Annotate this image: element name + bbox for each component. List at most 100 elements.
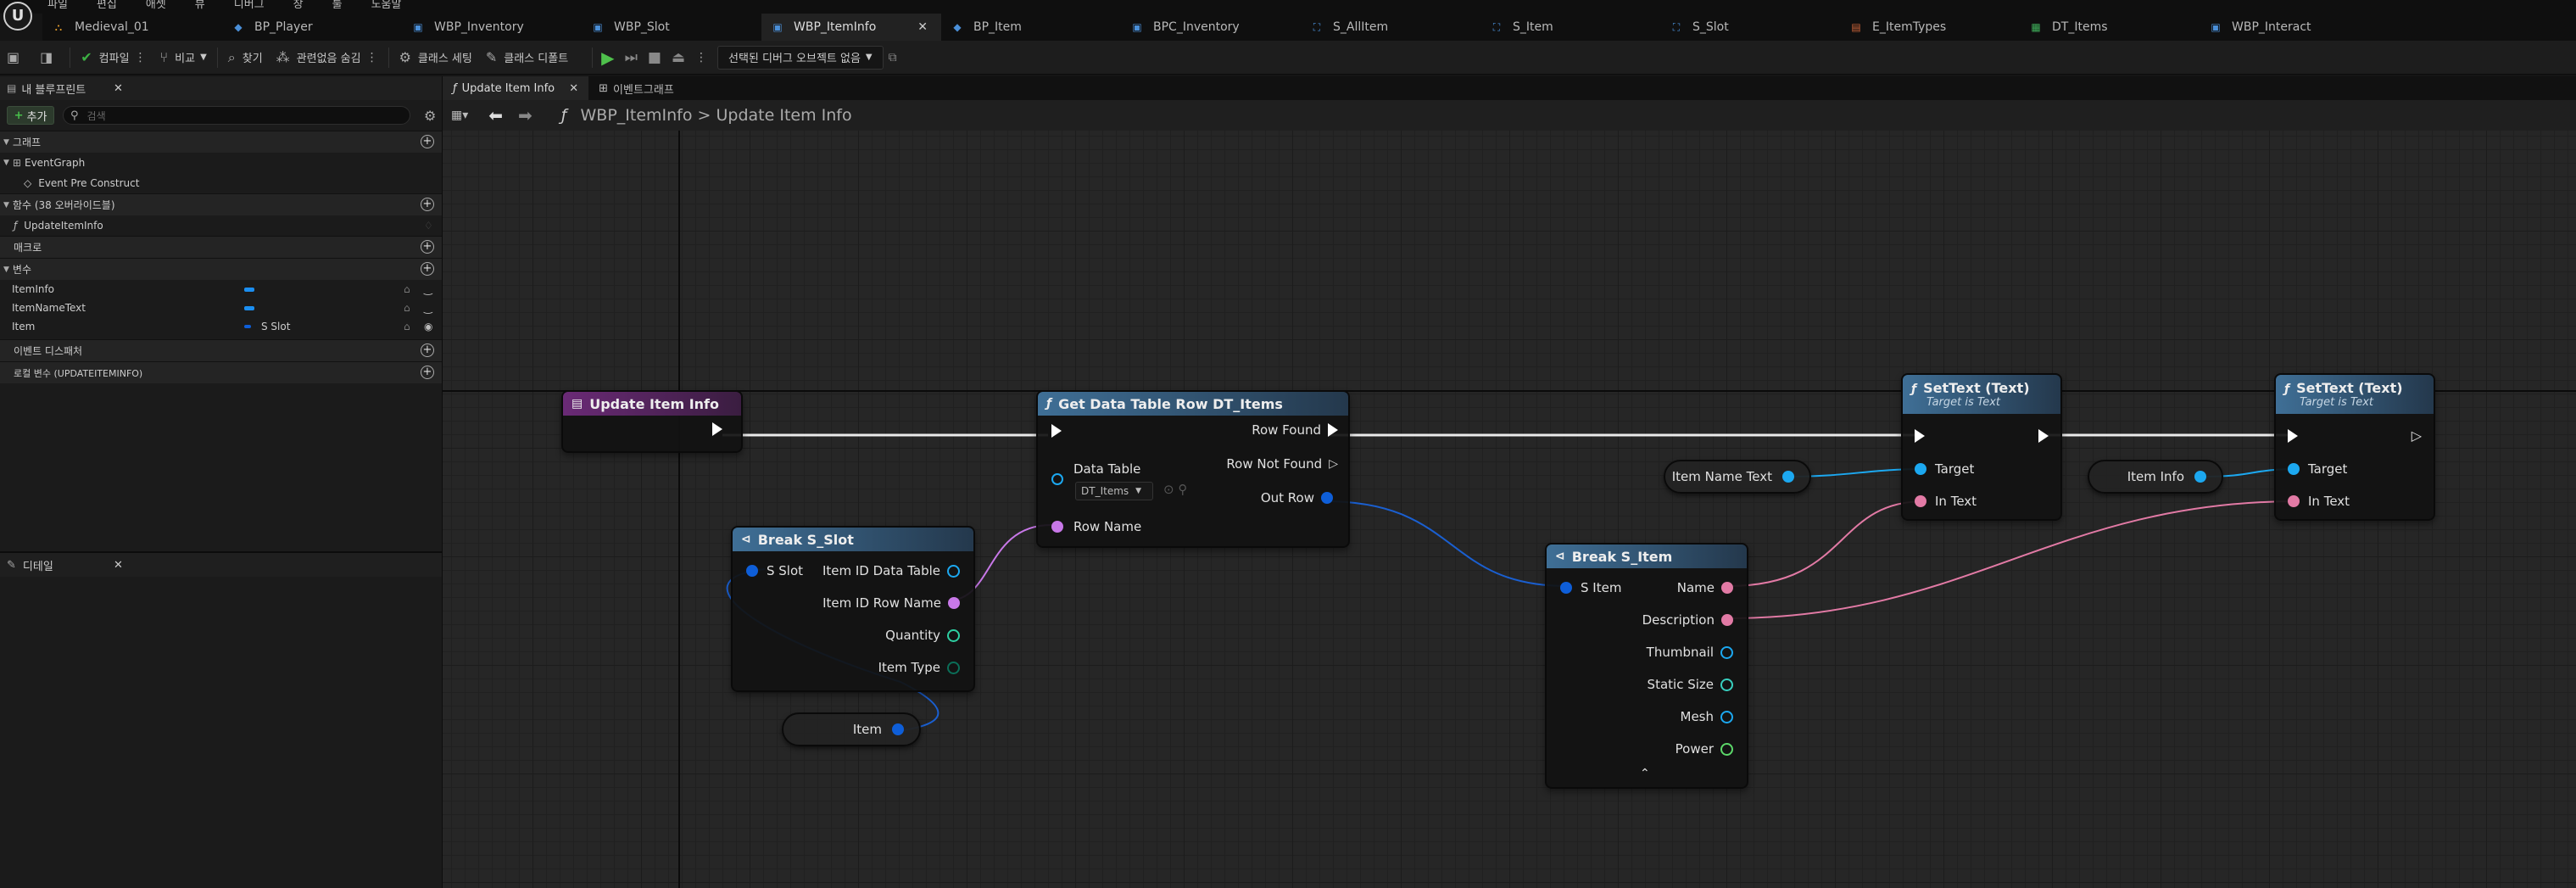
event-pre-construct-item[interactable]: ◇ Event Pre Construct <box>0 173 442 193</box>
document-tab[interactable]: ◆ BP_Item <box>941 14 1121 41</box>
document-tab[interactable]: ◆ BP_Player <box>222 14 402 41</box>
eject-icon[interactable]: ⏏ <box>672 49 685 66</box>
local-variables-section[interactable]: 로컬 변수 (UPDATEITEMINFO) + <box>0 361 442 383</box>
class-defaults-button[interactable]: ✎ 클래스 디폴트 <box>479 41 575 75</box>
add-function-icon[interactable]: + <box>421 198 434 211</box>
menu-item[interactable]: 디버그 <box>234 0 265 12</box>
item-variable-node[interactable]: Item <box>782 712 921 746</box>
back-arrow-icon[interactable]: ⬅ <box>488 105 503 126</box>
add-dispatcher-icon[interactable]: + <box>421 343 434 357</box>
document-tab[interactable]: ⛶ S_AllItem <box>1301 14 1480 41</box>
class-settings-button[interactable]: ⚙ 클래스 세팅 <box>393 41 479 75</box>
item-id-data-table-pin[interactable]: Item ID Data Table <box>822 563 960 578</box>
item-id-row-name-pin[interactable]: Item ID Row Name <box>822 595 960 611</box>
row-found-pin[interactable]: Row Found <box>1252 422 1338 438</box>
my-blueprint-tab[interactable]: ▤ 내 블루프린트 ✕ <box>0 76 442 100</box>
menu-item[interactable]: 편집 <box>97 0 117 12</box>
add-local-variable-icon[interactable]: + <box>421 366 434 379</box>
event-dispatchers-section[interactable]: 이벤트 디스패처 + <box>0 339 442 361</box>
eye-closed-icon[interactable]: ‿ <box>424 283 432 295</box>
save-button[interactable]: ▣ <box>0 41 33 75</box>
tab-update-item-info[interactable]: ƒ Update Item Info ✕ <box>443 76 589 100</box>
document-tab[interactable]: ▣ WBP_Inventory <box>402 14 582 41</box>
close-icon[interactable]: ✕ <box>114 82 123 95</box>
in-text-pin[interactable]: In Text <box>2288 494 2350 509</box>
menu-item[interactable]: 애셋 <box>146 0 166 12</box>
mesh-out-pin[interactable]: Mesh <box>1681 709 1733 724</box>
close-icon[interactable]: ✕ <box>114 559 123 572</box>
variable-item-item[interactable]: Item S Slot ⌂ ◉ <box>0 317 442 336</box>
static-size-out-pin[interactable]: Static Size <box>1648 677 1733 692</box>
browse-asset-icon[interactable]: ⊙ ⚲ <box>1163 482 1187 497</box>
play-options-icon[interactable]: ⋮ <box>695 51 707 64</box>
play-icon[interactable]: ▶ <box>601 47 614 68</box>
forward-arrow-icon[interactable]: ➡ <box>518 105 532 126</box>
target-pin[interactable]: Target <box>2288 461 2347 477</box>
name-out-pin[interactable]: Name <box>1677 580 1733 595</box>
menu-item[interactable]: 뷰 <box>195 0 205 12</box>
graph-canvas[interactable]: ▤ Update Item Info ƒ Get Data Table Row DT… <box>443 131 2576 888</box>
document-tab[interactable]: ▤ E_ItemTypes <box>1840 14 2020 41</box>
variable-item-itemnametext[interactable]: ItemNameText ⌂ ‿ <box>0 299 442 317</box>
object-type-pill[interactable] <box>244 306 254 310</box>
object-type-pill[interactable] <box>244 288 254 292</box>
tab-event-graph[interactable]: ⊞ 이벤트그래프 <box>588 76 684 100</box>
in-text-pin[interactable]: In Text <box>1915 494 1977 509</box>
variable-item-iteminfo[interactable]: ItemInfo ⌂ ‿ <box>0 280 442 299</box>
exec-out-pin[interactable]: ▷ <box>2412 427 2422 444</box>
add-macro-icon[interactable]: + <box>421 240 434 254</box>
item-type-pin[interactable]: Item Type <box>878 660 960 675</box>
compile-options-icon[interactable]: ⋮ <box>135 51 147 64</box>
item-info-variable-node[interactable]: Item Info <box>2088 460 2223 494</box>
function-entry-node[interactable]: ▤ Update Item Info <box>561 390 743 453</box>
s-item-in-pin[interactable]: S Item <box>1560 580 1621 595</box>
collapse-chevron-icon[interactable]: ⌃ <box>1640 767 1650 780</box>
thumbnail-out-pin[interactable]: Thumbnail <box>1647 645 1733 660</box>
menu-item[interactable]: 파일 <box>47 0 68 12</box>
hide-options-icon[interactable]: ⋮ <box>366 51 378 64</box>
add-button[interactable]: + 추가 <box>7 106 54 125</box>
menu-item[interactable]: 창 <box>293 0 304 12</box>
item-name-text-variable-node[interactable]: Item Name Text <box>1664 460 1811 494</box>
menu-item[interactable]: 툴 <box>332 0 343 12</box>
struct-wire-outrow-to-sitem[interactable] <box>1324 500 1568 587</box>
document-tab[interactable]: ▦ DT_Items <box>2020 14 2200 41</box>
details-tab[interactable]: ✎ 디테일 ✕ <box>0 553 442 577</box>
break-s-slot-node[interactable]: ⊲ Break S_Slot S Slot Item ID Data Table … <box>731 526 975 692</box>
graphs-section[interactable]: ▼ 그래프 + <box>0 131 442 153</box>
exec-out-pin[interactable] <box>2038 429 2049 443</box>
add-graph-icon[interactable]: + <box>421 135 434 148</box>
unreal-logo-icon[interactable]: U <box>3 2 32 31</box>
step-icon[interactable]: ⏭ <box>625 49 638 66</box>
exec-in-pin[interactable] <box>1915 429 1925 443</box>
search-input[interactable]: ⚲ 검색 <box>63 106 410 125</box>
breadcrumb-root[interactable]: WBP_ItemInfo <box>581 106 693 125</box>
hide-unrelated-button[interactable]: ⁂ 관련없음 숨김 ⋮ <box>270 41 385 75</box>
compile-button[interactable]: ✔ 컴파일 ⋮ <box>74 41 153 75</box>
document-tab[interactable]: ▣ WBP_Slot <box>582 14 761 41</box>
menu-item[interactable]: 도움말 <box>371 0 402 12</box>
add-variable-icon[interactable]: + <box>421 262 434 276</box>
row-name-pin[interactable]: Row Name <box>1051 519 1141 534</box>
power-out-pin[interactable]: Power <box>1676 741 1733 757</box>
function-update-item-info[interactable]: ƒ UpdateItemInfo ♢ <box>0 215 442 236</box>
graph-menu-icon[interactable]: ▦▾ <box>451 109 468 122</box>
text-wire-name[interactable] <box>1727 500 1926 587</box>
debug-filter-icon[interactable]: ⧉ <box>889 51 897 64</box>
event-graph-item[interactable]: ▼ ⊞ EventGraph <box>0 153 442 173</box>
data-table-pin[interactable] <box>1051 473 1063 485</box>
diff-button[interactable]: ⑂ 비교 ▼ <box>153 41 214 75</box>
quantity-pin[interactable]: Quantity <box>885 628 960 643</box>
row-not-found-pin[interactable]: Row Not Found ▷ <box>1226 456 1338 472</box>
eye-closed-icon[interactable]: ‿ <box>424 302 432 314</box>
exec-out-pin[interactable] <box>712 422 722 436</box>
eye-open-icon[interactable]: ◉ <box>424 321 432 332</box>
break-s-item-node[interactable]: ⊲ Break S_Item S Item Name Description Th… <box>1545 543 1748 789</box>
close-icon[interactable]: ✕ <box>917 20 928 34</box>
get-data-table-row-node[interactable]: ƒ Get Data Table Row DT_Items Row Found R… <box>1036 390 1350 548</box>
variables-section[interactable]: ▼ 변수 + <box>0 258 442 280</box>
s-slot-in-pin[interactable]: S Slot <box>746 563 803 578</box>
document-tab[interactable]: ▣ BPC_Inventory <box>1121 14 1301 41</box>
document-tab[interactable]: ⛶ S_Item <box>1480 14 1660 41</box>
description-out-pin[interactable]: Description <box>1642 612 1733 628</box>
